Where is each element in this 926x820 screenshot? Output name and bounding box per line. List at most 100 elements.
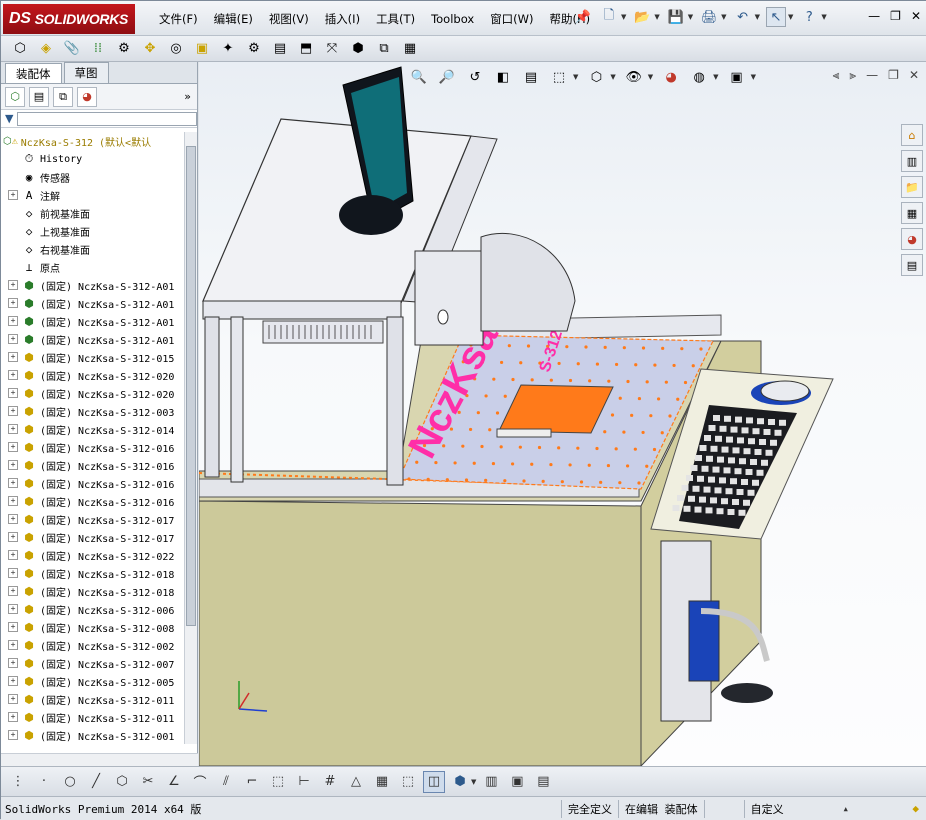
custom-properties-icon[interactable]: ▤ xyxy=(901,254,923,276)
tree-item-feature[interactable]: ◇ 右视基准面 xyxy=(1,240,185,258)
filter-input[interactable] xyxy=(17,111,197,126)
expand-icon[interactable]: + xyxy=(8,694,18,704)
property-manager-icon[interactable]: ▤ xyxy=(29,86,49,107)
expand-icon[interactable]: + xyxy=(8,280,18,290)
angle-icon[interactable]: ∠ xyxy=(163,771,185,793)
tree-item-feature[interactable]: ⊥ 原点 xyxy=(1,258,185,276)
chevron-down-icon[interactable]: ▼ xyxy=(755,13,760,21)
expand-icon[interactable]: + xyxy=(8,190,18,200)
tree-item-component[interactable]: + ⬢ (固定) NczKsa-S-312-016 xyxy=(1,492,185,510)
assembly-features-icon[interactable]: ▣ xyxy=(191,39,213,59)
minimize-icon[interactable]: — xyxy=(868,9,880,23)
print-icon[interactable]: 🖨 xyxy=(699,7,719,27)
move-component-icon[interactable]: ✥ xyxy=(139,39,161,59)
fillet-icon[interactable]: ⌒ xyxy=(189,771,211,793)
expand-icon[interactable]: + xyxy=(8,550,18,560)
edit-appearance-icon[interactable]: ◕ xyxy=(661,67,681,87)
tree-item-component[interactable]: + ⬢ (固定) NczKsa-S-312-002 xyxy=(1,636,185,654)
expand-icon[interactable]: + xyxy=(8,658,18,668)
tree-item-component[interactable]: + ⬢ (固定) NczKsa-S-312-017 xyxy=(1,510,185,528)
close-icon[interactable]: ✕ xyxy=(909,68,919,83)
display-style-icon[interactable]: ⬡ xyxy=(586,67,606,87)
configuration-manager-icon[interactable]: ⧉ xyxy=(53,86,73,107)
expand-icon[interactable]: + xyxy=(8,622,18,632)
expand-icon[interactable]: + xyxy=(8,712,18,722)
tab-sketch[interactable]: 草图 xyxy=(63,62,109,83)
unit-system[interactable]: 自定义 xyxy=(743,799,844,818)
expand-icon[interactable]: + xyxy=(8,496,18,506)
toolbox-icon[interactable]: ⧉ xyxy=(373,39,395,59)
tree-item-component[interactable]: + ⬢ (固定) NczKsa-S-312-016 xyxy=(1,456,185,474)
scroll-thumb[interactable] xyxy=(186,146,196,626)
new-document-icon[interactable]: 🗋 xyxy=(599,7,619,27)
reference-geometry-icon[interactable]: ✦ xyxy=(217,39,239,59)
table-layout-icon[interactable]: ▤ xyxy=(532,771,554,793)
display-manager-icon[interactable]: ◕ xyxy=(77,86,97,107)
tree-item-component[interactable]: + ⬢ (固定) NczKsa-S-312-006 xyxy=(1,600,185,618)
tree-item-component[interactable]: + ⬢ (固定) NczKsa-S-312-005 xyxy=(1,672,185,690)
new-part-icon[interactable]: ◈ xyxy=(35,39,57,59)
tree-item-feature[interactable]: + A 注解 xyxy=(1,186,185,204)
restore-icon[interactable]: ❐ xyxy=(888,68,899,83)
select-pointer-icon[interactable]: ↖ xyxy=(765,7,786,27)
chevron-down-icon[interactable]: ▼ xyxy=(648,73,653,81)
filter-icon[interactable]: ▼ xyxy=(5,112,13,125)
expand-icon[interactable]: + xyxy=(8,316,18,326)
expand-icon[interactable]: + xyxy=(8,298,18,308)
design-library-icon[interactable]: ▥ xyxy=(901,150,923,172)
view-orientation-icon[interactable]: ⬚ xyxy=(549,67,569,87)
appearances-icon[interactable]: ◕ xyxy=(901,228,923,250)
grid-icon[interactable]: # xyxy=(319,771,341,793)
pin-icon[interactable]: 📌 xyxy=(573,7,593,27)
chevron-down-icon[interactable]: ▼ xyxy=(573,73,578,81)
chevron-down-icon[interactable]: ▼ xyxy=(821,13,826,21)
tree-item-component[interactable]: + ⬢ (固定) NczKsa-S-312-008 xyxy=(1,618,185,636)
menu-file[interactable]: 文件(F) xyxy=(151,11,206,27)
expand-icon[interactable]: + xyxy=(8,460,18,470)
expand-icon[interactable]: + xyxy=(8,604,18,614)
zoom-to-fit-icon[interactable]: 🔍 xyxy=(409,67,429,87)
restore-icon[interactable]: ❐ xyxy=(890,9,901,23)
file-explorer-icon[interactable]: 📁 xyxy=(901,176,923,198)
view-settings-icon[interactable]: ▣ xyxy=(727,67,747,87)
trim-icon[interactable]: ✂ xyxy=(137,771,159,793)
expand-icon[interactable]: + xyxy=(8,442,18,452)
mirror-icon[interactable]: ⫽ xyxy=(215,771,237,793)
tree-item-component[interactable]: + ⬢ (固定) NczKsa-S-312-022 xyxy=(1,546,185,564)
open-folder-icon[interactable]: 📂 xyxy=(632,7,652,27)
tree-item-component[interactable]: + ⬢ (固定) NczKsa-S-312-017 xyxy=(1,528,185,546)
chevron-down-icon[interactable]: ▼ xyxy=(788,13,793,21)
tree-item-feature[interactable]: ◉ 传感器 xyxy=(1,168,185,186)
chevron-down-icon[interactable]: ▼ xyxy=(610,73,615,81)
zoom-to-area-icon[interactable]: 🔎 xyxy=(437,67,457,87)
insert-component-icon[interactable]: ⬡ xyxy=(9,39,31,59)
new-motion-study-icon[interactable]: ⚙ xyxy=(243,39,265,59)
menu-toolbox[interactable]: Toolbox xyxy=(423,11,482,27)
apply-scene-icon[interactable]: ◍ xyxy=(689,67,709,87)
shaded-cube-icon[interactable]: ⬢ xyxy=(449,771,471,793)
chevron-down-icon[interactable]: ▼ xyxy=(713,73,718,81)
tree-item-component[interactable]: + ⬢ (固定) NczKsa-S-312-003 xyxy=(1,402,185,420)
section-view-icon[interactable]: ◧ xyxy=(493,67,513,87)
dynamic-annotation-icon[interactable]: ▤ xyxy=(521,67,541,87)
bill-of-materials-icon[interactable]: ▤ xyxy=(269,39,291,59)
tree-item-component[interactable]: + ⬢ (固定) NczKsa-S-312-001 xyxy=(1,726,185,744)
triangle-icon[interactable]: △ xyxy=(345,771,367,793)
tree-item-component[interactable]: + ⬢ (固定) NczKsa-S-312-011 xyxy=(1,690,185,708)
linear-dimension-icon[interactable]: ⊢ xyxy=(293,771,315,793)
split-right-icon[interactable]: ⫸ xyxy=(849,68,856,83)
tree-item-component[interactable]: + ⬢ (固定) NczKsa-S-312-016 xyxy=(1,474,185,492)
mate-icon[interactable]: 📎 xyxy=(61,39,83,59)
save-icon[interactable]: 💾 xyxy=(666,7,686,27)
tree-item-component[interactable]: + ⬢ (固定) NczKsa-S-312-018 xyxy=(1,564,185,582)
tree-item-component[interactable]: + ⬢ (固定) NczKsa-S-312-020 xyxy=(1,366,185,384)
expand-icon[interactable]: + xyxy=(8,514,18,524)
tree-item-component[interactable]: + ⬢ (固定) NczKsa-S-312-020 xyxy=(1,384,185,402)
tree-item-feature[interactable]: ◇ 前视基准面 xyxy=(1,204,185,222)
tree-horizontal-scrollbar[interactable] xyxy=(1,753,198,766)
explode-line-icon[interactable]: ⤧ xyxy=(321,39,343,59)
tree-item-feature[interactable]: ◇ 上视基准面 xyxy=(1,222,185,240)
tree-item-component[interactable]: + ⬢ (固定) NczKsa-S-312-A01 xyxy=(1,276,185,294)
chevron-up-icon[interactable]: ▲ xyxy=(844,805,848,813)
home-icon[interactable]: ⌂ xyxy=(901,124,923,146)
